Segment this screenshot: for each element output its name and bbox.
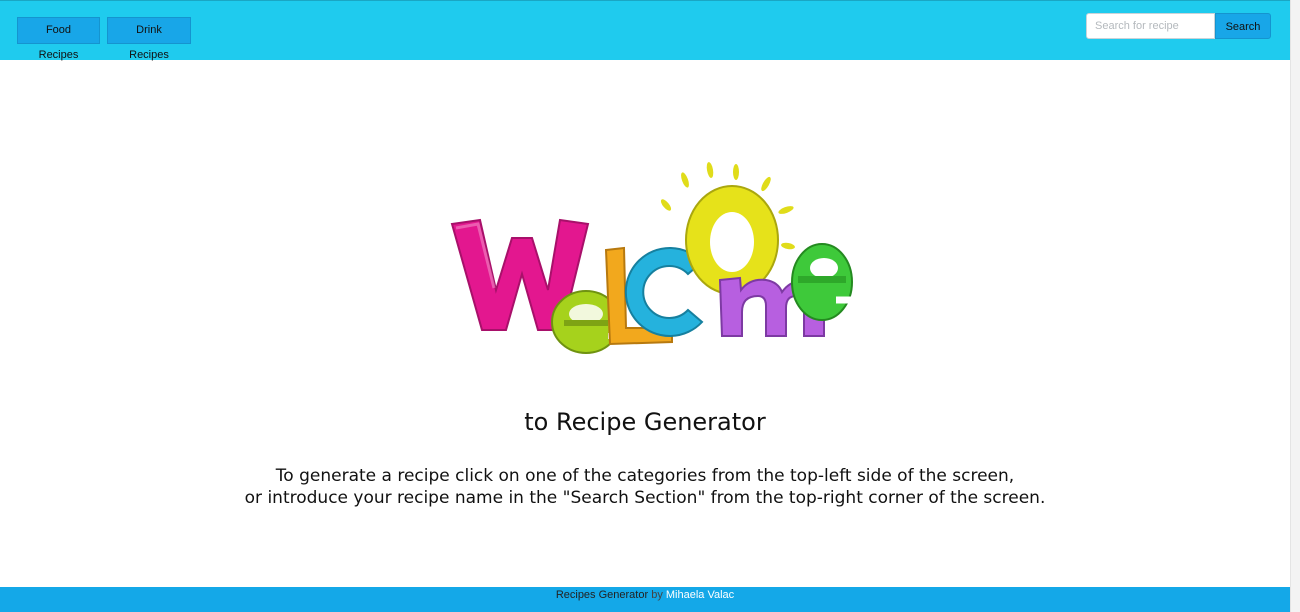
letter-e-2 [791, 243, 853, 321]
food-recipes-button[interactable]: Food Recipes [17, 17, 100, 61]
search-input[interactable] [1086, 13, 1215, 39]
vertical-scrollbar[interactable] [1290, 0, 1300, 612]
search-button[interactable]: Search [1215, 13, 1271, 39]
footer-brand: Recipes Generator [555, 589, 649, 601]
welcome-subtitle: to Recipe Generator [524, 408, 766, 436]
instructions-text: To generate a recipe click on one of the… [0, 465, 1290, 509]
footer-by: by [651, 589, 663, 601]
top-navbar: Food Recipes Drink Recipes Search [0, 0, 1290, 61]
page: Food Recipes Drink Recipes Search for re… [0, 0, 1300, 612]
footer-author-link[interactable]: Mihaela Valac [666, 589, 734, 601]
welcome-logo-image [450, 162, 853, 354]
footer: Recipes Generator by Mihaela Valac [0, 587, 1290, 612]
instructions-line-2: or introduce your recipe name in the "Se… [244, 488, 1046, 508]
drink-recipes-button[interactable]: Drink Recipes [107, 17, 191, 61]
instructions-line-1: To generate a recipe click on one of the… [275, 466, 1015, 486]
